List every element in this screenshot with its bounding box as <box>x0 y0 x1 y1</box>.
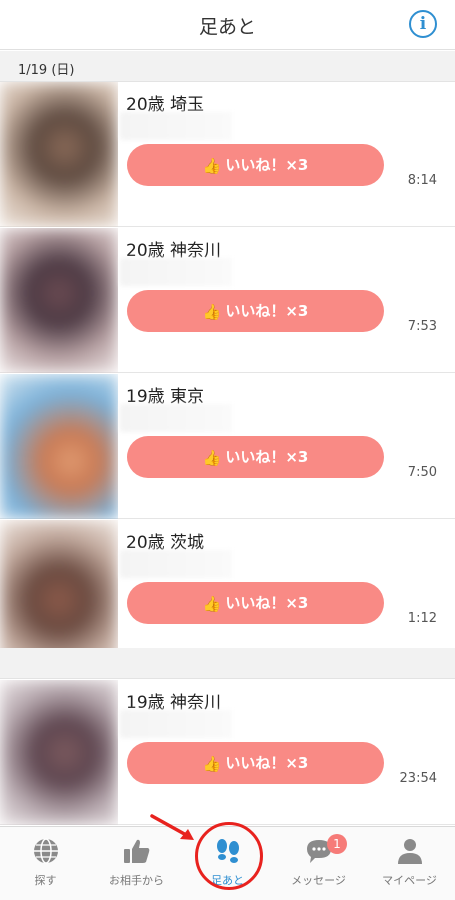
footprint-row[interactable]: 20歳 茨城 👍 いいね！×3 1:12 <box>0 520 455 665</box>
unread-badge: 1 <box>327 834 347 854</box>
info-icon[interactable]: i <box>409 10 437 38</box>
thumbs-up-icon <box>123 839 149 863</box>
page-title: 足あと <box>198 16 256 38</box>
avatar[interactable] <box>0 82 118 227</box>
person-icon <box>397 839 422 864</box>
blurred-user-info <box>120 258 232 286</box>
avatar[interactable] <box>0 374 118 519</box>
visit-time: 8:14 <box>407 173 437 188</box>
thumbs-up-icon: 👍 <box>202 157 222 175</box>
thumbs-up-icon: 👍 <box>202 755 222 773</box>
footprint-row[interactable]: 20歳 神奈川 👍 いいね！×3 7:53 <box>0 228 455 373</box>
blurred-user-info <box>120 404 232 432</box>
avatar[interactable] <box>0 228 118 373</box>
tab-search[interactable]: 探す <box>0 827 91 900</box>
visit-time: 7:50 <box>407 465 437 480</box>
thumbs-up-icon: 👍 <box>202 595 222 613</box>
tab-my-page[interactable]: マイページ <box>364 827 455 900</box>
blurred-user-info <box>120 112 232 140</box>
avatar[interactable] <box>0 680 118 825</box>
like-button[interactable]: 👍 いいね！×3 <box>127 144 384 186</box>
app-header: 足あと i <box>0 0 455 50</box>
like-button[interactable]: 👍 いいね！×3 <box>127 436 384 478</box>
visit-time: 23:54 <box>399 771 437 786</box>
avatar[interactable] <box>0 520 118 665</box>
blurred-user-info <box>120 710 232 738</box>
thumbs-up-icon: 👍 <box>202 449 222 467</box>
like-button[interactable]: 👍 いいね！×3 <box>127 290 384 332</box>
footprint-row[interactable]: 20歳 埼玉 👍 いいね！×3 8:14 <box>0 82 455 227</box>
footprint-row[interactable]: 19歳 神奈川 👍 いいね！×3 23:54 <box>0 680 455 825</box>
like-button[interactable]: 👍 いいね！×3 <box>127 582 384 624</box>
thumbs-up-icon: 👍 <box>202 303 222 321</box>
tab-messages[interactable]: 1 メッセージ <box>273 827 364 900</box>
globe-icon <box>33 838 58 864</box>
highlight-circle <box>195 822 263 890</box>
date-section-header: 1/19 (日) <box>0 51 455 82</box>
footprint-row[interactable]: 19歳 東京 👍 いいね！×3 7:50 <box>0 374 455 519</box>
section-separator <box>0 648 455 679</box>
date-label: 1/19 (日) <box>18 63 75 78</box>
blurred-user-info <box>120 550 232 578</box>
visit-time: 1:12 <box>407 611 437 626</box>
visit-time: 7:53 <box>407 319 437 334</box>
annotation-arrow-icon <box>150 814 194 840</box>
like-button[interactable]: 👍 いいね！×3 <box>127 742 384 784</box>
